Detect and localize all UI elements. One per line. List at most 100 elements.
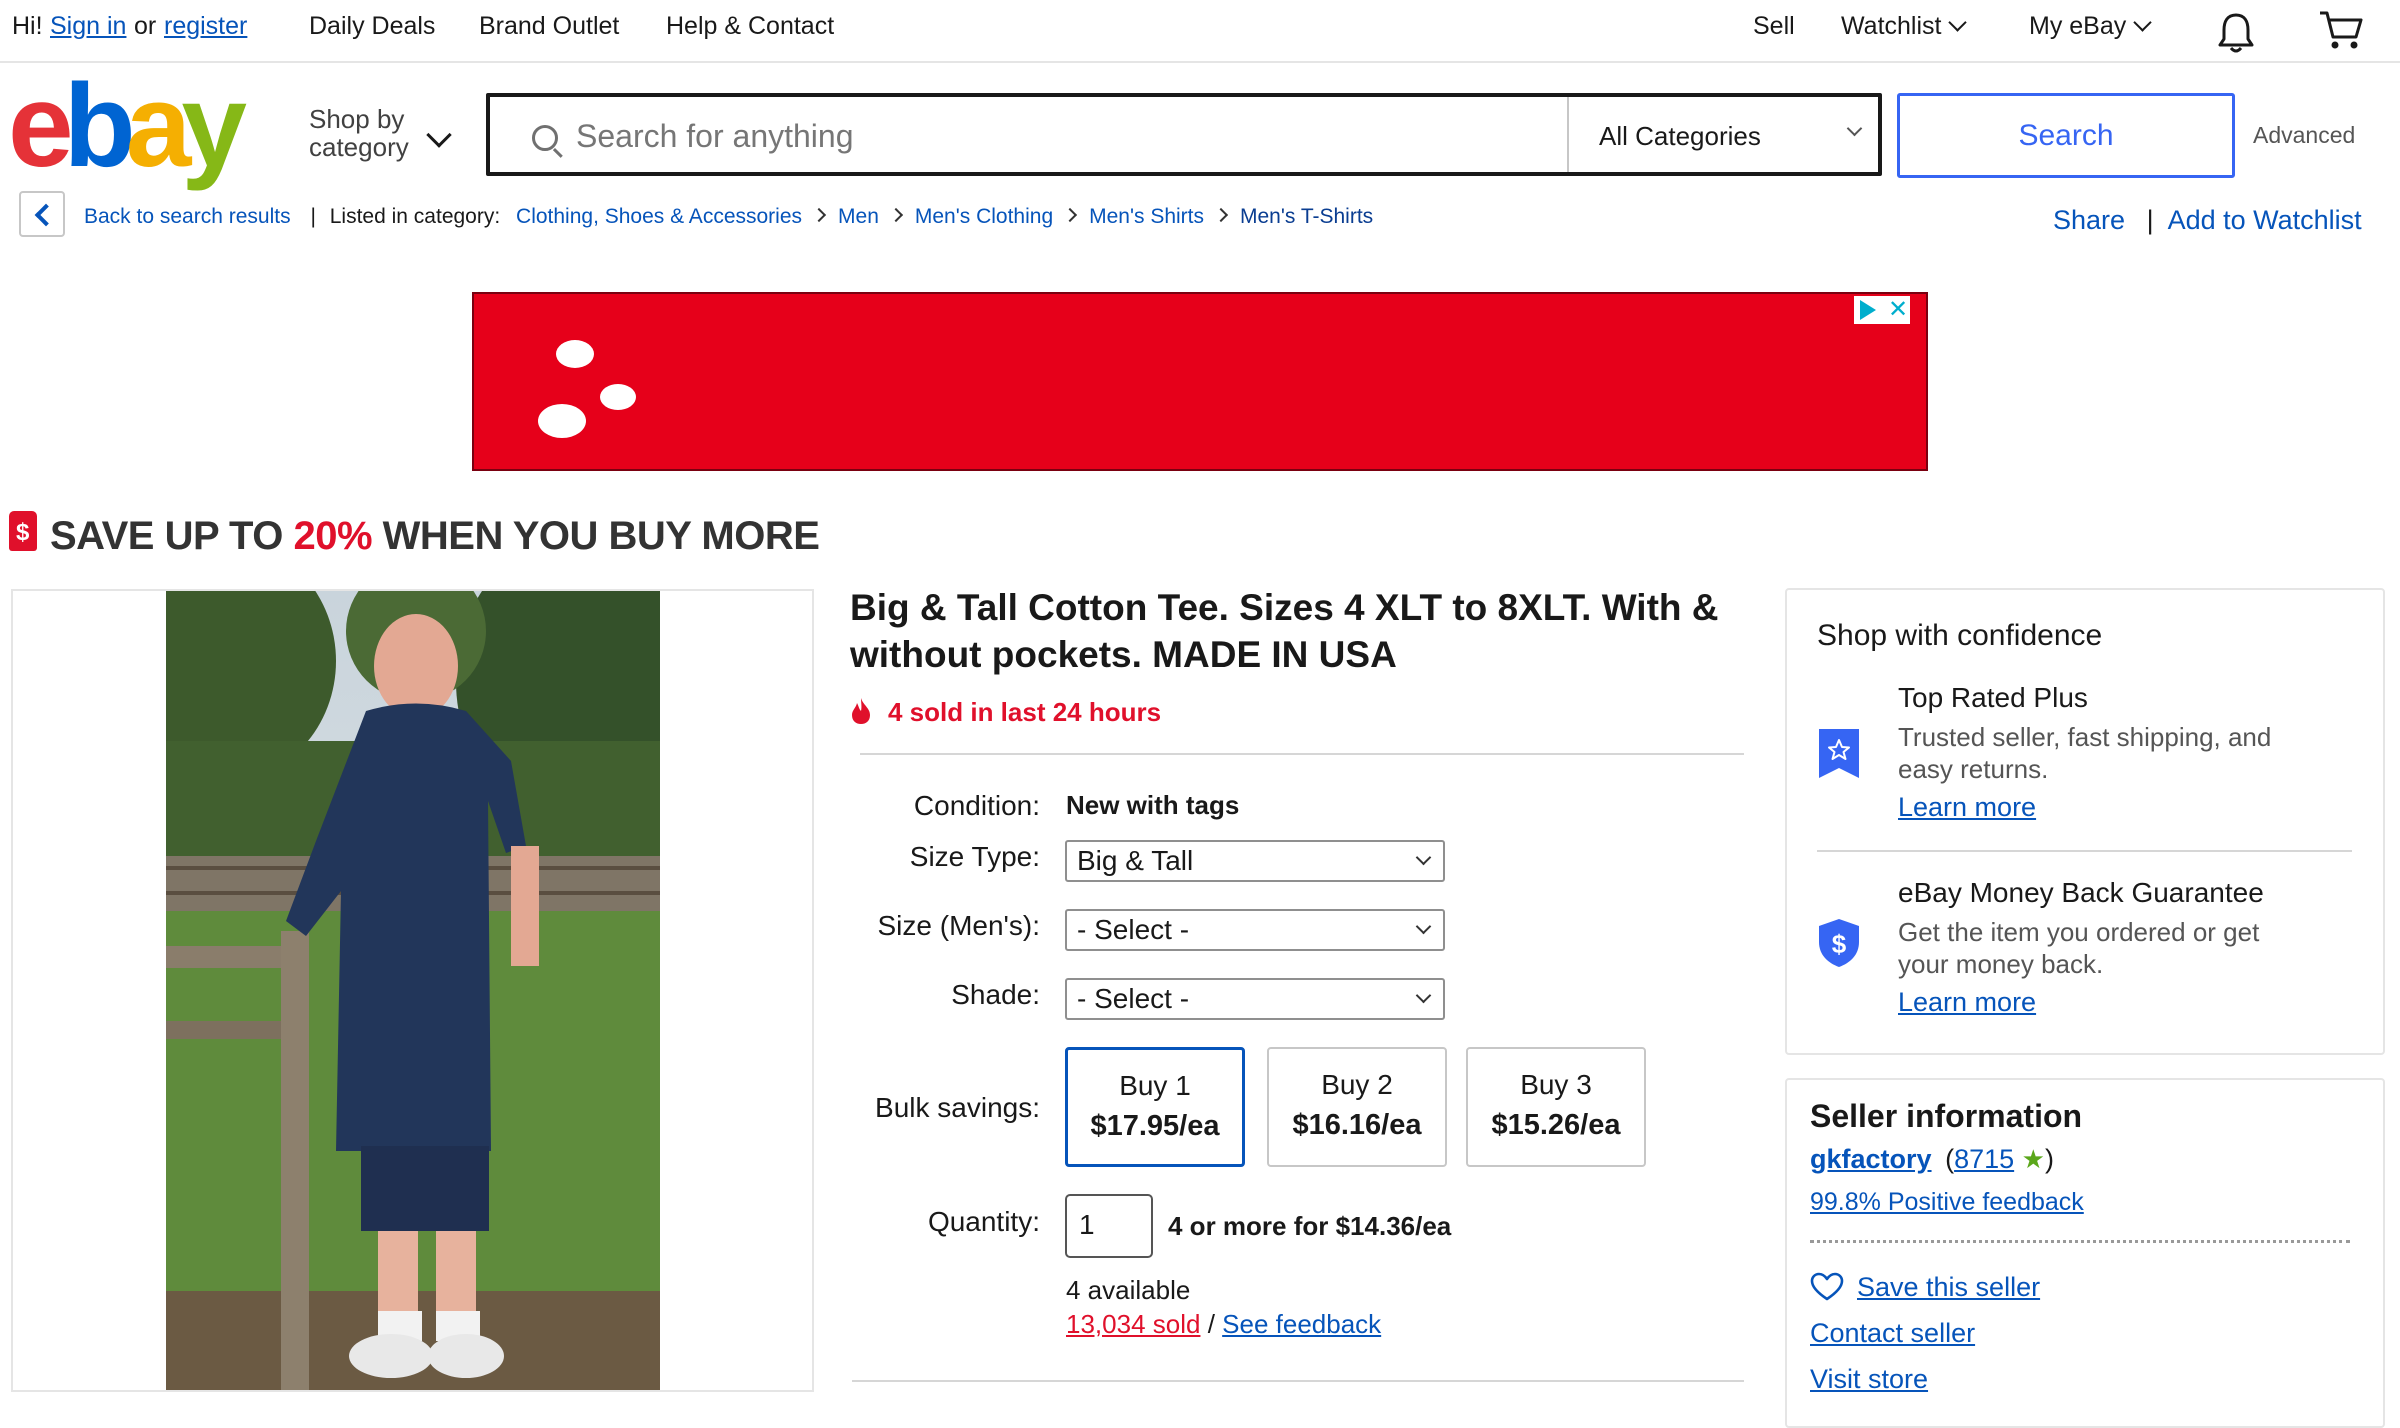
bulk-option-buy-1[interactable]: Buy 1 $17.95/ea	[1065, 1047, 1245, 1167]
greeting-text: Hi!	[12, 12, 43, 40]
dotted-divider	[1810, 1240, 2350, 1243]
money-back-shield-icon: $	[1819, 919, 1859, 967]
price-tag-icon	[9, 511, 37, 551]
bulk-option-buy-2[interactable]: Buy 2 $16.16/ea	[1267, 1047, 1447, 1167]
logo-letter: b	[63, 60, 136, 192]
daily-deals-link[interactable]: Daily Deals	[309, 12, 435, 41]
size-select[interactable]: - Select -	[1065, 909, 1445, 951]
logo-letter: y	[181, 60, 247, 192]
ad-info-icon[interactable]	[1860, 300, 1876, 320]
chevron-down-icon	[1415, 849, 1432, 866]
availability-text: 4 available	[1066, 1275, 1191, 1305]
watchlist-label: Watchlist	[1841, 12, 1942, 40]
positive-feedback-link[interactable]: 99.8% Positive feedback	[1810, 1188, 2084, 1217]
sold-count-link[interactable]: 13,034 sold	[1066, 1309, 1200, 1339]
quantity-input[interactable]: 1	[1065, 1194, 1153, 1258]
search-button[interactable]: Search	[1897, 93, 2235, 178]
ad-choices-icon[interactable]: ✕	[1854, 296, 1910, 324]
bulk-option-price: $17.95/ea	[1090, 1110, 1220, 1142]
register-link[interactable]: register	[164, 12, 247, 41]
chevron-right-icon	[811, 207, 827, 223]
share-actions: Share | Add to Watchlist	[2053, 205, 2362, 236]
close-icon[interactable]: ✕	[1888, 298, 1908, 322]
add-to-watchlist-link[interactable]: Add to Watchlist	[2168, 205, 2362, 235]
heart-icon[interactable]	[1810, 1272, 1844, 1302]
brand-outlet-link[interactable]: Brand Outlet	[479, 12, 619, 41]
my-ebay-menu[interactable]: My eBay	[2029, 12, 2152, 41]
product-photo[interactable]	[166, 591, 660, 1390]
logo-letter: a	[125, 60, 192, 192]
divider	[852, 1380, 1744, 1382]
save-seller-link[interactable]: Save this seller	[1857, 1272, 2040, 1303]
category-select[interactable]: All Categories	[1567, 97, 1884, 172]
shop-with-confidence-panel: Shop with confidence Top Rated Plus Trus…	[1785, 588, 2385, 1055]
promo-prefix: SAVE UP TO	[50, 514, 294, 558]
money-back-title: eBay Money Back Guarantee	[1898, 877, 2264, 908]
ebay-logo[interactable]: ebay	[8, 60, 247, 192]
advertisement-banner[interactable]: ✕	[472, 292, 1928, 471]
top-navigation-bar: Hi! Sign in or register Daily Deals Bran…	[0, 0, 2400, 63]
condition-value: New with tags	[1066, 790, 1240, 820]
bulk-option-price: $15.26/ea	[1491, 1109, 1621, 1141]
size-value: - Select -	[1077, 914, 1190, 945]
bulk-option-buy-3[interactable]: Buy 3 $15.26/ea	[1466, 1047, 1646, 1167]
sell-link[interactable]: Sell	[1753, 12, 1795, 41]
shopping-cart-icon[interactable]	[2318, 9, 2364, 51]
size-type-value: Big & Tall	[1077, 845, 1194, 876]
bulk-savings-banner: SAVE UP TO 20% WHEN YOU BUY MORE	[50, 514, 820, 559]
divider	[860, 753, 1744, 755]
back-arrow-button[interactable]	[19, 191, 65, 237]
notification-bell-icon[interactable]	[2216, 10, 2256, 54]
promo-suffix: WHEN YOU BUY MORE	[372, 514, 820, 558]
learn-more-link[interactable]: Learn more	[1898, 792, 2036, 823]
see-feedback-link[interactable]: See feedback	[1222, 1309, 1381, 1339]
breadcrumb-item-current[interactable]: Men's T-Shirts	[1240, 205, 1373, 228]
breadcrumb-item[interactable]: Men's Shirts	[1089, 205, 1204, 228]
size-type-select[interactable]: Big & Tall	[1065, 840, 1445, 882]
help-contact-link[interactable]: Help & Contact	[666, 12, 834, 41]
back-to-search-link[interactable]: Back to search results	[84, 205, 291, 228]
shop-by-category-button[interactable]: Shop by category	[309, 105, 409, 161]
learn-more-link[interactable]: Learn more	[1898, 987, 2036, 1018]
money-back-desc: Get the item you ordered or get	[1898, 917, 2260, 947]
ad-graphic-dot	[556, 340, 594, 368]
or-text: or	[134, 12, 157, 40]
share-link[interactable]: Share	[2053, 205, 2125, 235]
sign-in-link[interactable]: Sign in	[50, 12, 126, 41]
quantity-deal-text: 4 or more for $14.36/ea	[1168, 1211, 1452, 1241]
quantity-label: Quantity:	[927, 1206, 1040, 1237]
breadcrumb-item[interactable]: Men	[838, 205, 879, 228]
feedback-paren: (	[1945, 1144, 1955, 1174]
share-divider: |	[2146, 205, 2154, 235]
breadcrumb-item[interactable]: Clothing, Shoes & Accessories	[516, 205, 802, 228]
logo-letter: e	[8, 60, 74, 192]
bulk-option-qty: Buy 3	[1520, 1069, 1592, 1100]
chevron-down-icon	[426, 122, 452, 148]
feedback-score-link[interactable]: 8715	[1954, 1144, 2014, 1174]
watchlist-menu[interactable]: Watchlist	[1841, 12, 1968, 41]
star-icon: ★	[2021, 1144, 2045, 1174]
seller-name-link[interactable]: gkfactory	[1810, 1144, 1932, 1174]
advanced-search-link[interactable]: Advanced	[2253, 122, 2355, 149]
shop-by-label: Shop by	[309, 104, 405, 134]
top-rated-badge-icon	[1819, 729, 1859, 778]
chevron-right-icon	[888, 207, 903, 223]
bulk-option-price: $16.16/ea	[1292, 1109, 1422, 1141]
contact-seller-link[interactable]: Contact seller	[1810, 1318, 1975, 1349]
top-rated-plus-title: Top Rated Plus	[1898, 682, 2088, 713]
product-image-frame[interactable]	[11, 589, 814, 1392]
bulk-option-qty: Buy 1	[1119, 1070, 1191, 1101]
search-input[interactable]	[574, 111, 1578, 161]
visit-store-link[interactable]: Visit store	[1810, 1364, 1928, 1395]
confidence-title: Shop with confidence	[1817, 619, 2103, 652]
top-rated-plus-desc: Trusted seller, fast shipping, and	[1898, 722, 2272, 752]
chevron-right-icon	[1213, 207, 1229, 223]
chevron-down-icon	[1415, 918, 1432, 935]
shade-select[interactable]: - Select -	[1065, 978, 1445, 1020]
breadcrumb-item[interactable]: Men's Clothing	[915, 205, 1053, 228]
listed-in-label: Listed in category:	[329, 205, 501, 228]
sales-slash: /	[1207, 1309, 1215, 1339]
size-label: Size (Men's):	[877, 910, 1041, 941]
chevron-down-icon	[1415, 987, 1432, 1004]
fire-icon	[852, 698, 870, 724]
